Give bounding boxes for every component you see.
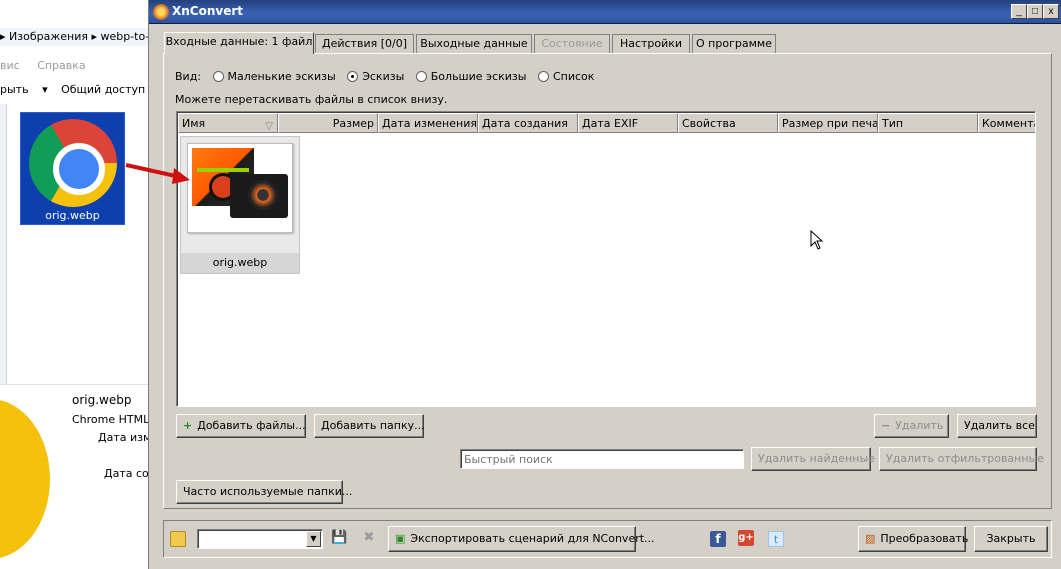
close-button[interactable]: Закрыть — [974, 526, 1048, 552]
column-header-properties[interactable]: Свойства — [678, 113, 778, 133]
tab-actions[interactable]: Действия [0/0] — [315, 34, 414, 54]
column-header-size[interactable]: Размер — [278, 113, 378, 133]
explorer-share-button[interactable]: Общий доступ — [61, 83, 145, 96]
file-icon-orig-webp[interactable]: orig.webp — [20, 112, 125, 225]
explorer-open-button[interactable]: рыть — [0, 83, 29, 96]
thumbnail-file-name: orig.webp — [181, 253, 299, 273]
column-header-date-modified[interactable]: Дата изменения — [378, 113, 478, 133]
thumbnail-image — [187, 143, 293, 233]
radio-list-label[interactable]: Список — [553, 70, 594, 83]
gpu-card-image — [230, 174, 288, 218]
explorer-details-pane: orig.webp Chrome HTML D Дата изме Дата с… — [0, 384, 148, 569]
quick-search-input[interactable] — [460, 449, 744, 469]
column-header-date-created[interactable]: Дата создания — [478, 113, 578, 133]
column-header-comment[interactable]: Комментар — [978, 113, 1035, 133]
tab-settings[interactable]: Настройки — [612, 34, 690, 54]
details-date-created-label: Дата соз — [104, 467, 148, 480]
file-list[interactable]: Имя ▽ Размер Дата изменения Дата создания… — [176, 111, 1036, 407]
tab-status: Состояние — [534, 34, 610, 54]
chrome-icon — [29, 119, 117, 207]
file-thumbnail-item[interactable]: orig.webp — [180, 136, 300, 274]
script-preset-combo[interactable]: ▼ — [197, 529, 323, 549]
remove-filtered-button: Удалить отфильтрованные — [879, 447, 1044, 471]
radio-small-thumbs[interactable] — [212, 71, 224, 82]
title-bar[interactable]: XnConvert _ □ x — [149, 0, 1061, 24]
drag-drop-hint: Можете перетаскивать файлы в список вниз… — [175, 93, 448, 106]
chrome-icon-large — [0, 399, 50, 559]
column-header-name[interactable]: Имя ▽ — [178, 113, 278, 133]
load-script-folder-icon[interactable] — [170, 531, 186, 547]
file-icon-label: orig.webp — [45, 209, 100, 222]
input-tab-panel: Вид: Маленькие эскизы Эскизы Большие эск… — [163, 53, 1052, 509]
view-label: Вид: — [175, 70, 202, 83]
window-title: XnConvert — [172, 4, 244, 18]
plus-icon: + — [183, 419, 193, 432]
details-file-type: Chrome HTML D — [72, 413, 148, 426]
close-window-button[interactable]: x — [1043, 4, 1059, 19]
tab-about[interactable]: О программе — [692, 34, 776, 54]
convert-icon: ▨ — [865, 532, 876, 545]
file-list-header: Имя ▽ Размер Дата изменения Дата создания… — [178, 113, 1035, 133]
twitter-icon[interactable]: t — [768, 531, 784, 547]
save-icon[interactable]: 💾 — [331, 530, 347, 546]
details-date-modified-label: Дата изме — [98, 431, 148, 444]
explorer-toolbar: рыть ▾ Общий доступ — [0, 80, 148, 100]
explorer-address-bar[interactable]: ▸ Изображения ▸ webp-to-jp — [0, 28, 148, 46]
radio-large-thumbs[interactable] — [415, 71, 427, 82]
radio-large-thumbs-label[interactable]: Большие эскизы — [431, 70, 527, 83]
remove-button: − Удалить — [874, 414, 949, 438]
details-file-name: orig.webp — [72, 393, 132, 407]
sort-indicator-icon: ▽ — [265, 121, 273, 132]
convert-button[interactable]: ▨ Преобразовать — [858, 526, 968, 552]
minus-icon: − — [881, 419, 891, 432]
radio-thumbs[interactable] — [347, 71, 359, 82]
maximize-button[interactable]: □ — [1027, 4, 1043, 19]
google-plus-icon[interactable]: g+ — [738, 530, 754, 546]
background-explorer-window: ▸ Изображения ▸ webp-to-jp вис Справка р… — [0, 0, 148, 569]
delete-icon: ✖ — [363, 530, 375, 545]
export-script-icon: ▣ — [395, 532, 406, 545]
frequent-folders-button[interactable]: Часто используемые папки... — [176, 480, 352, 504]
explorer-menu: вис Справка — [0, 57, 100, 75]
column-header-date-exif[interactable]: Дата EXIF — [578, 113, 678, 133]
tab-output[interactable]: Выходные данные — [416, 34, 532, 54]
bottom-toolbar: ▼ 💾 ✖ ▣ Экспортировать сценарий для NConv… — [163, 520, 1052, 558]
minimize-button[interactable]: _ — [1011, 4, 1027, 19]
view-mode-row: Вид: Маленькие эскизы Эскизы Большие эск… — [175, 70, 594, 86]
mouse-cursor-icon — [810, 230, 824, 250]
remove-found-button: Удалить найденные — [751, 447, 875, 471]
explorer-menu-item[interactable]: вис — [0, 59, 20, 72]
facebook-icon[interactable]: f — [710, 531, 726, 547]
export-nconvert-script-button[interactable]: ▣ Экспортировать сценарий для NConvert... — [388, 526, 655, 552]
xnconvert-app-icon — [153, 4, 169, 20]
xnconvert-window: XnConvert _ □ x Входные данные: 1 файл Д… — [148, 0, 1061, 569]
chevron-down-icon[interactable]: ▼ — [306, 531, 321, 547]
radio-small-thumbs-label[interactable]: Маленькие эскизы — [228, 70, 336, 83]
tab-input[interactable]: Входные данные: 1 файл — [164, 32, 314, 54]
add-files-button[interactable]: + Добавить файлы... — [176, 414, 306, 438]
radio-list[interactable] — [537, 71, 549, 82]
explorer-nav-pane — [0, 104, 7, 384]
add-folder-button[interactable]: Добавить папку... — [314, 414, 425, 438]
column-header-type[interactable]: Тип — [878, 113, 978, 133]
radio-thumbs-label[interactable]: Эскизы — [362, 70, 404, 83]
remove-all-button[interactable]: Удалить все — [957, 414, 1037, 438]
column-header-print-size[interactable]: Размер при печати — [778, 113, 878, 133]
explorer-menu-item[interactable]: Справка — [37, 59, 85, 72]
chevron-down-icon[interactable]: ▾ — [42, 83, 48, 96]
